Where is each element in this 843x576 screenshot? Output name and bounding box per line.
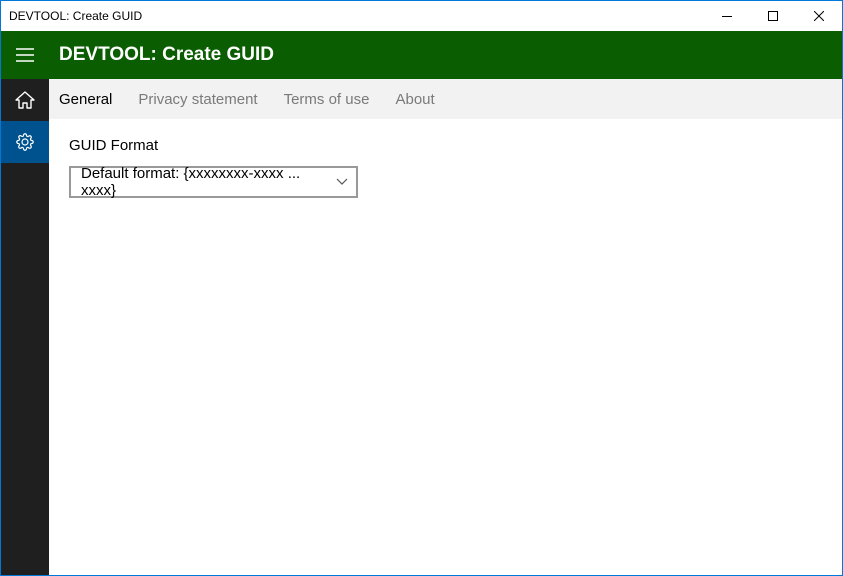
chevron-down-icon: [336, 178, 348, 186]
guid-format-dropdown[interactable]: Default format: {xxxxxxxx-xxxx ... xxxx}: [69, 166, 358, 198]
content-area: GUID Format Default format: {xxxxxxxx-xx…: [49, 119, 842, 575]
home-icon: [15, 91, 35, 109]
hamburger-button[interactable]: [1, 31, 49, 79]
close-button[interactable]: [796, 1, 842, 31]
header-bar: DEVTOOL: Create GUID: [49, 31, 842, 79]
page-title: DEVTOOL: Create GUID: [59, 44, 274, 66]
tab-general[interactable]: General: [59, 91, 112, 108]
dropdown-value: Default format: {xxxxxxxx-xxxx ... xxxx}: [81, 165, 336, 199]
maximize-button[interactable]: [750, 1, 796, 31]
sidebar-item-home[interactable]: [1, 79, 49, 121]
minimize-icon: [722, 16, 732, 17]
close-icon: [814, 11, 824, 21]
app-body: DEVTOOL: Create GUID General Privacy sta…: [1, 31, 842, 575]
tab-about[interactable]: About: [395, 91, 434, 108]
titlebar: DEVTOOL: Create GUID: [1, 1, 842, 31]
app-window: DEVTOOL: Create GUID: [0, 0, 843, 576]
window-controls: [704, 1, 842, 31]
section-label-guid-format: GUID Format: [69, 137, 822, 154]
main-area: DEVTOOL: Create GUID General Privacy sta…: [49, 31, 842, 575]
minimize-button[interactable]: [704, 1, 750, 31]
sidebar: [1, 31, 49, 575]
window-title: DEVTOOL: Create GUID: [9, 9, 142, 23]
sidebar-item-settings[interactable]: [1, 121, 49, 163]
tab-terms[interactable]: Terms of use: [284, 91, 370, 108]
gear-icon: [16, 133, 34, 151]
tab-bar: General Privacy statement Terms of use A…: [49, 79, 842, 119]
hamburger-icon: [16, 48, 34, 62]
tab-privacy[interactable]: Privacy statement: [138, 91, 257, 108]
maximize-icon: [768, 11, 778, 21]
